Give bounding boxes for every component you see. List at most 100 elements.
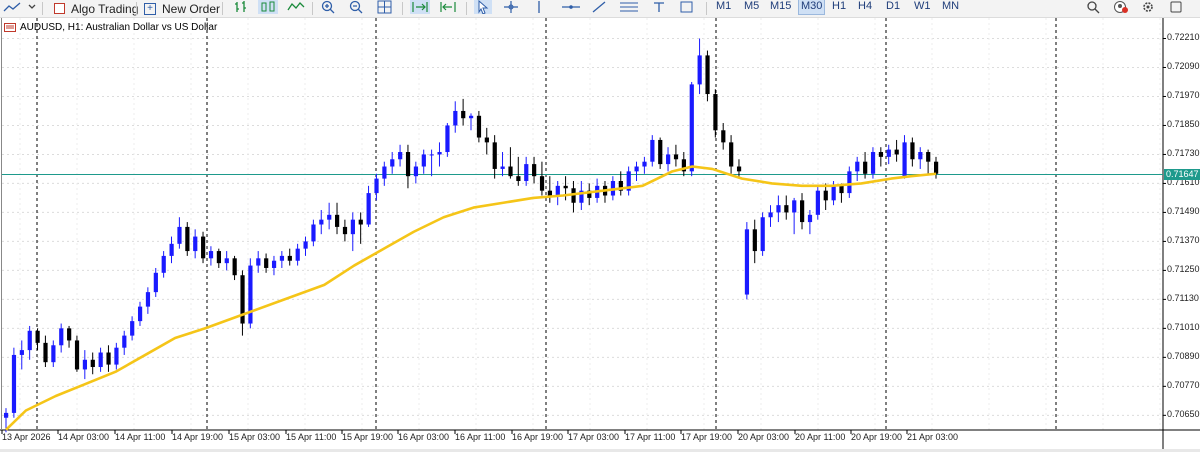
- candle-body: [271, 260, 277, 268]
- timeframe-m1-button[interactable]: M1: [714, 0, 733, 14]
- candle-body: [831, 185, 836, 201]
- candle-body: [878, 152, 884, 157]
- candle-body: [658, 139, 663, 165]
- candle-body: [476, 115, 482, 138]
- candle-body: [216, 251, 221, 264]
- autoscroll-icon[interactable]: [410, 0, 430, 14]
- price-axis-label: 0.71010: [1167, 322, 1200, 333]
- account-icon[interactable]: [1112, 0, 1130, 14]
- candle-body: [508, 166, 513, 177]
- candle-body: [295, 248, 300, 261]
- candle-body: [839, 185, 844, 194]
- candle-body: [492, 142, 497, 169]
- separator: [706, 2, 707, 15]
- zoom-in-icon[interactable]: [320, 0, 338, 14]
- candle-body: [374, 178, 379, 194]
- price-axis-label: 0.70890: [1167, 351, 1200, 362]
- candle-body: [532, 164, 537, 177]
- current-price-badge: 0.71647: [1164, 169, 1200, 181]
- time-axis-label: 15 Apr 03:00: [229, 432, 281, 442]
- timeframe-m30-button[interactable]: M30: [798, 0, 826, 15]
- crosshair-icon[interactable]: [502, 0, 520, 14]
- candle-body: [800, 200, 805, 223]
- candle-body: [287, 255, 292, 261]
- price-axis-label: 0.71490: [1167, 206, 1200, 217]
- candle-body: [201, 236, 206, 259]
- candle-body: [193, 236, 198, 252]
- timeframe-mn-button[interactable]: MN: [940, 0, 961, 14]
- candle-body: [413, 166, 419, 177]
- time-axis-label: 17 Apr 19:00: [681, 432, 733, 442]
- candle-body: [405, 152, 411, 177]
- candle-body: [713, 94, 718, 131]
- chevron-down-icon[interactable]: [26, 0, 38, 14]
- chart-shift-icon[interactable]: [438, 0, 458, 14]
- candle-body: [539, 176, 545, 191]
- horizontal-line-icon[interactable]: [560, 0, 582, 14]
- candle-body: [752, 229, 757, 252]
- candle-body: [82, 359, 88, 370]
- candle-body: [382, 166, 387, 179]
- zoom-out-icon[interactable]: [348, 0, 366, 14]
- settings-icon[interactable]: [1140, 0, 1156, 14]
- candle-body: [902, 142, 907, 177]
- timeframe-m5-button[interactable]: M5: [742, 0, 761, 14]
- timeframe-h1-button[interactable]: H1: [830, 0, 848, 14]
- candle-body: [114, 347, 119, 365]
- candle-body: [729, 142, 734, 167]
- candle-body: [807, 214, 813, 223]
- candle-body: [303, 241, 308, 249]
- moving-average-line: [5, 165, 937, 431]
- candle-body: [342, 226, 348, 235]
- candle-body: [358, 219, 363, 225]
- price-axis-label: 0.72210: [1167, 32, 1200, 43]
- candle-body: [366, 193, 371, 225]
- vertical-line-icon[interactable]: [530, 0, 548, 14]
- line-chart-icon[interactable]: [2, 0, 24, 14]
- chart-canvas[interactable]: [0, 18, 1200, 452]
- time-axis-label: 20 Apr 19:00: [851, 432, 903, 442]
- candlestick-chart-icon[interactable]: [258, 0, 278, 14]
- separator: [136, 2, 137, 15]
- candle-body: [768, 212, 773, 218]
- price-axis-label: 0.71850: [1167, 119, 1200, 130]
- candle-body: [894, 149, 899, 155]
- timeframe-h4-button[interactable]: H4: [856, 0, 874, 14]
- time-axis-label: 13 Apr 2026: [2, 432, 51, 442]
- symbol-label: AUDUSD, H1: Australian Dollar vs US Doll…: [20, 22, 218, 33]
- candle-body: [153, 272, 158, 293]
- line-chart-type-icon[interactable]: [286, 0, 306, 14]
- time-axis-label: 16 Apr 19:00: [512, 432, 564, 442]
- time-axis-label: 16 Apr 03:00: [398, 432, 450, 442]
- timeframe-m15-button[interactable]: M15: [768, 0, 793, 14]
- price-chart[interactable]: AUDUSD, H1: Australian Dollar vs US Doll…: [0, 18, 1200, 452]
- symbol-menu-icon[interactable]: [4, 23, 16, 32]
- candle-body: [232, 258, 237, 276]
- candle-body: [469, 115, 474, 119]
- equidistant-channel-icon[interactable]: [618, 0, 640, 14]
- candle-body: [666, 154, 671, 165]
- timeframe-w1-button[interactable]: W1: [912, 0, 933, 14]
- candle-body: [697, 55, 702, 85]
- bar-chart-icon[interactable]: [232, 0, 250, 14]
- search-icon[interactable]: [1086, 0, 1102, 14]
- timeframe-d1-button[interactable]: D1: [884, 0, 902, 14]
- cursor-icon[interactable]: [474, 0, 492, 14]
- new-order-button[interactable]: + New Order: [144, 0, 220, 17]
- time-axis-label: 15 Apr 19:00: [342, 432, 394, 442]
- candle-body: [248, 265, 253, 324]
- price-axis-label: 0.72090: [1167, 61, 1200, 72]
- price-axis-label: 0.71370: [1167, 235, 1200, 246]
- shapes-icon[interactable]: [678, 0, 696, 14]
- notifications-icon[interactable]: [1168, 0, 1184, 14]
- algo-trading-button[interactable]: Algo Trading: [54, 0, 138, 17]
- grid-icon[interactable]: [376, 0, 394, 14]
- candle-body: [137, 306, 143, 322]
- toolbar: Algo Trading + New Order M1 M5 M15 M30 H1 H4 D…: [0, 0, 1200, 18]
- trendline-icon[interactable]: [590, 0, 608, 14]
- time-axis-label: 17 Apr 03:00: [568, 432, 620, 442]
- price-axis-label: 0.71730: [1167, 148, 1200, 159]
- time-axis-label: 16 Apr 11:00: [455, 432, 506, 442]
- text-icon[interactable]: [650, 0, 668, 14]
- candle-body: [453, 110, 458, 126]
